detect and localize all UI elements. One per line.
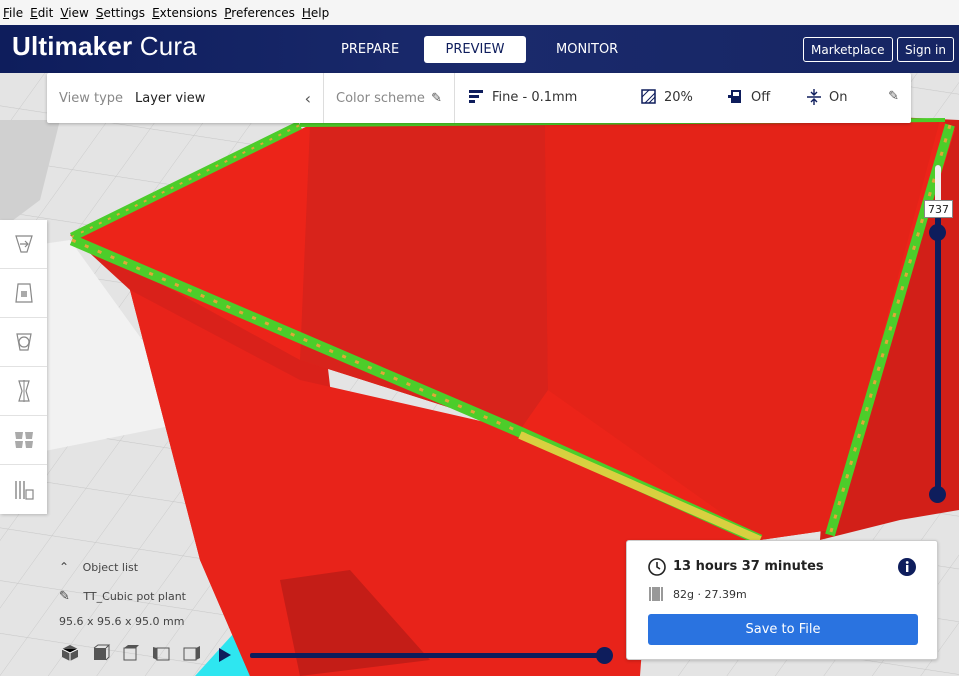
profile-value: Fine - 0.1mm bbox=[492, 90, 578, 105]
logo-light: Cura bbox=[139, 31, 197, 61]
object-name-row: ✎ TT_Cubic pot plant bbox=[59, 589, 186, 604]
tab-preview[interactable]: PREVIEW bbox=[424, 36, 526, 63]
menu-view[interactable]: View bbox=[60, 6, 88, 20]
support-value: Off bbox=[751, 90, 771, 105]
color-scheme-selector[interactable]: Color scheme ✎ bbox=[324, 73, 455, 123]
per-model-settings-icon bbox=[14, 432, 33, 448]
view-type-selector[interactable]: View type Layer view ‹ bbox=[47, 73, 324, 123]
play-icon[interactable] bbox=[218, 647, 232, 663]
print-settings-selector[interactable]: Fine - 0.1mm 20% Off On ✎ bbox=[455, 73, 911, 123]
object-list-title: Object list bbox=[82, 561, 139, 574]
support-blocker-icon bbox=[14, 480, 34, 500]
print-time: 13 hours 37 minutes bbox=[673, 559, 824, 574]
view-right-icon[interactable] bbox=[181, 643, 201, 663]
menu-bar: File Edit View Settings Extensions Prefe… bbox=[0, 0, 959, 25]
chevron-left-icon: ‹ bbox=[304, 88, 311, 108]
view-type-label: View type bbox=[59, 90, 124, 106]
view-front-icon[interactable] bbox=[91, 643, 111, 663]
clock-icon bbox=[648, 558, 666, 576]
chevron-up-icon: ⌃ bbox=[59, 560, 70, 574]
view-3d-icon[interactable] bbox=[60, 643, 80, 663]
support-blocker-button[interactable] bbox=[0, 465, 47, 514]
move-tool-button[interactable] bbox=[0, 220, 47, 269]
menu-settings[interactable]: Settings bbox=[96, 6, 145, 20]
adhesion-icon bbox=[807, 89, 821, 105]
rotate-icon bbox=[15, 333, 32, 351]
menu-help[interactable]: Help bbox=[302, 6, 329, 20]
scale-icon bbox=[14, 283, 33, 303]
view-left-icon[interactable] bbox=[151, 643, 171, 663]
tab-prepare[interactable]: PREPARE bbox=[325, 36, 415, 63]
app-logo: Ultimaker Cura bbox=[12, 31, 197, 62]
menu-edit[interactable]: Edit bbox=[30, 6, 53, 20]
object-list-toggle[interactable]: ⌃ Object list bbox=[59, 560, 138, 574]
pencil-icon: ✎ bbox=[59, 589, 70, 604]
save-to-file-button[interactable]: Save to File bbox=[648, 614, 918, 645]
per-model-settings-button[interactable] bbox=[0, 416, 47, 465]
support-icon bbox=[728, 90, 741, 103]
move-icon bbox=[14, 235, 33, 253]
scale-tool-button[interactable] bbox=[0, 269, 47, 318]
mirror-icon bbox=[17, 380, 30, 402]
layer-slider-upper-handle[interactable] bbox=[929, 224, 946, 241]
infill-icon bbox=[641, 89, 656, 104]
menu-extensions[interactable]: Extensions bbox=[152, 6, 217, 20]
spool-icon bbox=[649, 587, 663, 601]
pencil-icon: ✎ bbox=[888, 89, 899, 104]
print-info-panel: 13 hours 37 minutes 82g · 27.39m Save to… bbox=[626, 540, 938, 660]
material-usage: 82g · 27.39m bbox=[673, 588, 747, 601]
menu-preferences[interactable]: Preferences bbox=[224, 6, 295, 20]
view-top-icon[interactable] bbox=[121, 643, 141, 663]
rotate-tool-button[interactable] bbox=[0, 318, 47, 367]
app-header: Ultimaker Cura PREPARE PREVIEW MONITOR M… bbox=[0, 25, 959, 73]
layer-path-slider[interactable] bbox=[250, 653, 605, 658]
infill-value: 20% bbox=[664, 90, 693, 105]
path-slider-handle[interactable] bbox=[596, 647, 613, 664]
object-name: TT_Cubic pot plant bbox=[83, 590, 186, 603]
menu-file[interactable]: File bbox=[3, 6, 23, 20]
tool-sidebar bbox=[0, 220, 47, 514]
logo-bold: Ultimaker bbox=[12, 31, 133, 61]
marketplace-button[interactable]: Marketplace bbox=[803, 37, 893, 62]
profile-icon bbox=[469, 90, 483, 103]
adhesion-value: On bbox=[829, 90, 848, 105]
mirror-tool-button[interactable] bbox=[0, 367, 47, 416]
tab-monitor[interactable]: MONITOR bbox=[540, 36, 634, 63]
color-scheme-label: Color scheme bbox=[336, 90, 425, 106]
info-icon[interactable] bbox=[897, 557, 917, 577]
layer-slider-lower-handle[interactable] bbox=[929, 486, 946, 503]
sign-in-button[interactable]: Sign in bbox=[897, 37, 954, 62]
pencil-icon: ✎ bbox=[431, 90, 442, 106]
view-type-value: Layer view bbox=[135, 90, 206, 106]
current-layer-label[interactable]: 737 bbox=[924, 200, 953, 218]
view-options-bar: View type Layer view ‹ Color scheme ✎ Fi… bbox=[47, 73, 911, 123]
object-dimensions: 95.6 x 95.6 x 95.0 mm bbox=[59, 615, 185, 628]
